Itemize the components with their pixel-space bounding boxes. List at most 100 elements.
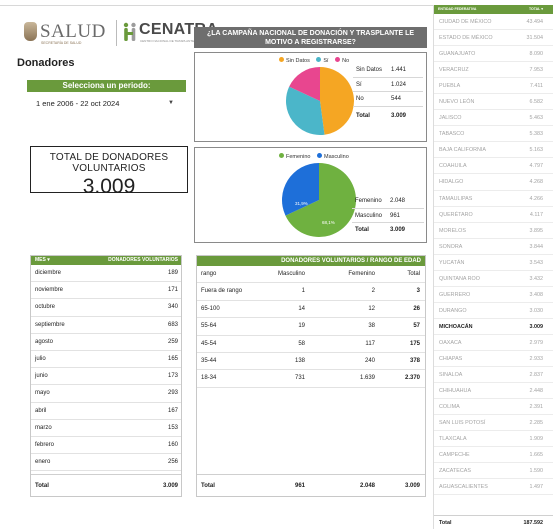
table-row[interactable]: CHIHUAHUA 2.448 — [434, 383, 553, 400]
sort-column-total[interactable]: TOTAL ▾ — [529, 5, 543, 14]
table-row[interactable]: 65-100 14 12 26 — [197, 301, 425, 319]
table-row[interactable]: ZACATECAS 1.590 — [434, 463, 553, 480]
row-value: 3.009 — [391, 112, 407, 119]
column-header-masculino[interactable]: Masculino — [273, 266, 305, 283]
table-row[interactable]: CAMPECHE 1.665 — [434, 447, 553, 464]
table-row[interactable]: SAN LUIS POTOSÍ 2.285 — [434, 415, 553, 432]
period-dropdown[interactable]: 1 ene 2006 - 22 oct 2024 ▼ — [27, 92, 186, 115]
table-row[interactable]: BAJA CALIFORNIA 5.163 — [434, 142, 553, 159]
column-header-donadores[interactable]: DONADORES VOLUNTARIOS — [108, 256, 178, 265]
month-value: 189 — [167, 270, 178, 276]
table-row[interactable]: abril 167 — [31, 403, 181, 420]
table-row[interactable]: Fuera de rango 1 2 3 — [197, 283, 425, 301]
table-row[interactable]: CHIAPAS 2.933 — [434, 351, 553, 368]
total-total: 3.009 — [404, 483, 420, 489]
total-label: Total — [439, 520, 452, 526]
femenino-value: 12 — [368, 305, 375, 312]
table-row[interactable]: HIDALGO 4.268 — [434, 174, 553, 191]
table-row[interactable]: QUINTANA ROO 3.432 — [434, 271, 553, 287]
state-value: 5.163 — [529, 147, 544, 154]
femenino-value: 117 — [365, 340, 375, 347]
table-row[interactable]: COLIMA 2.391 — [434, 399, 553, 416]
table-row[interactable]: diciembre 189 — [31, 265, 181, 283]
range-label: 55-64 — [201, 323, 217, 330]
legend-dot — [279, 153, 284, 158]
table-row[interactable]: TLAXCALA 1.909 — [434, 431, 553, 448]
column-header-entidad[interactable]: ENTIDAD FEDERATIVA — [438, 5, 476, 14]
total-value: 175 — [409, 340, 420, 347]
state-value: 31.504 — [526, 35, 544, 42]
table-row[interactable]: MORELOS 3.895 — [434, 223, 553, 239]
pie-slice-sin-datos[interactable] — [320, 67, 354, 135]
table-row[interactable]: SINALOA 2.837 — [434, 367, 553, 384]
column-header-total[interactable]: Total — [388, 266, 420, 283]
table-row[interactable]: OAXACA 2.979 — [434, 335, 553, 351]
state-name: SINALOA — [439, 372, 463, 379]
legend-item-si[interactable]: Sí — [316, 57, 329, 64]
table-row[interactable]: PUEBLA 7.411 — [434, 78, 553, 95]
table-row[interactable]: febrero 160 — [31, 437, 181, 455]
total-value: 378 — [409, 357, 420, 364]
row-label: Femenino — [355, 198, 382, 204]
state-name: QUERÉTARO — [439, 211, 473, 218]
caret-down-icon[interactable]: ▼ — [168, 92, 174, 115]
month-name: diciembre — [35, 270, 62, 276]
table-row[interactable]: QUERÉTARO 4.117 — [434, 207, 553, 223]
table-row[interactable]: 18-34 731 1.639 2.370 — [197, 370, 425, 388]
month-value: 683 — [167, 321, 178, 328]
row-value: 961 — [390, 212, 401, 219]
table-row[interactable]: mayo 293 — [31, 385, 181, 403]
table-row[interactable]: GUERRERO 3.408 — [434, 287, 553, 303]
table-row[interactable]: SONORA 3.844 — [434, 239, 553, 255]
state-name: OAXACA — [439, 339, 462, 346]
table-row[interactable]: 35-44 138 240 378 — [197, 353, 425, 371]
states-table-body: CIUDAD DE MÉXICO 43.494 ESTADO DE MÉXICO 31… — [434, 14, 553, 496]
state-value: 2.837 — [529, 372, 544, 379]
legend-item-sin-datos[interactable]: Sin Datos — [279, 57, 310, 64]
table-row[interactable]: GUANAJUATO 8.090 — [434, 46, 553, 63]
table-row[interactable]: 55-64 19 38 57 — [197, 318, 425, 336]
state-value: 3.844 — [529, 243, 544, 250]
state-name: SONORA — [439, 243, 463, 250]
table-row[interactable]: octubre 340 — [31, 299, 181, 317]
table-row[interactable]: JALISCO 5.463 — [434, 110, 553, 127]
row-label: Total — [355, 227, 369, 233]
table-row[interactable]: marzo 153 — [31, 420, 181, 437]
table-row[interactable]: agosto 259 — [31, 334, 181, 351]
table-row[interactable]: VERACRUZ 7.953 — [434, 62, 553, 79]
table-row[interactable]: septiembre 683 — [31, 317, 181, 334]
table-row[interactable]: TABASCO 5.383 — [434, 126, 553, 143]
table-total-row: Total 3.009 — [353, 107, 423, 125]
salud-logo: SALUD SECRETARÍA DE SALUD — [24, 21, 116, 48]
table-row[interactable]: MICHOACÁN 3.009 — [434, 319, 553, 335]
cenatra-subtitle: CENTRO NACIONAL DE TRASPLANTES — [140, 39, 197, 43]
table-row[interactable]: DURANGO 3.030 — [434, 303, 553, 319]
table-row[interactable]: noviembre 171 — [31, 282, 181, 300]
legend-item-femenino[interactable]: Femenino — [279, 153, 310, 160]
legend-item-no[interactable]: No — [335, 57, 349, 64]
table-row[interactable]: julio 165 — [31, 351, 181, 369]
table-row[interactable]: TAMAULIPAS 4.266 — [434, 191, 553, 207]
table-row[interactable]: 45-54 58 117 175 — [197, 336, 425, 353]
sort-column-mes[interactable]: MES ▾ — [35, 256, 50, 265]
period-value: 1 ene 2006 - 22 oct 2024 — [36, 99, 120, 108]
table-row[interactable]: AGUASCALIENTES 1.497 — [434, 479, 553, 496]
month-name: mayo — [35, 390, 50, 397]
age-range-body: Fuera de rango 1 2 3 65-100 14 12 26 55-64 19 38 57… — [197, 283, 425, 388]
table-row[interactable]: junio 173 — [31, 368, 181, 386]
state-value: 5.383 — [529, 131, 544, 138]
table-row[interactable]: ESTADO DE MÉXICO 31.504 — [434, 30, 553, 47]
months-table-total: Total 3.009 — [31, 474, 181, 496]
row-label: Sin Datos — [356, 67, 383, 73]
legend-item-masculino[interactable]: Masculino — [317, 153, 349, 160]
table-row[interactable]: NUEVO LEÓN 6.582 — [434, 94, 553, 111]
table-row[interactable]: COAHUILA 4.797 — [434, 158, 553, 175]
state-value: 1.590 — [529, 468, 544, 475]
table-row[interactable]: CIUDAD DE MÉXICO 43.494 — [434, 14, 553, 31]
column-header-femenino[interactable]: Femenino — [343, 266, 375, 283]
row-label: Masculino — [355, 212, 383, 219]
period-selector[interactable]: Selecciona un periodo: 1 ene 2006 - 22 o… — [27, 80, 186, 120]
table-row[interactable]: YUCATÁN 3.543 — [434, 255, 553, 271]
table-row[interactable]: enero 256 — [31, 454, 181, 472]
column-header-rango[interactable]: rango — [201, 266, 216, 283]
